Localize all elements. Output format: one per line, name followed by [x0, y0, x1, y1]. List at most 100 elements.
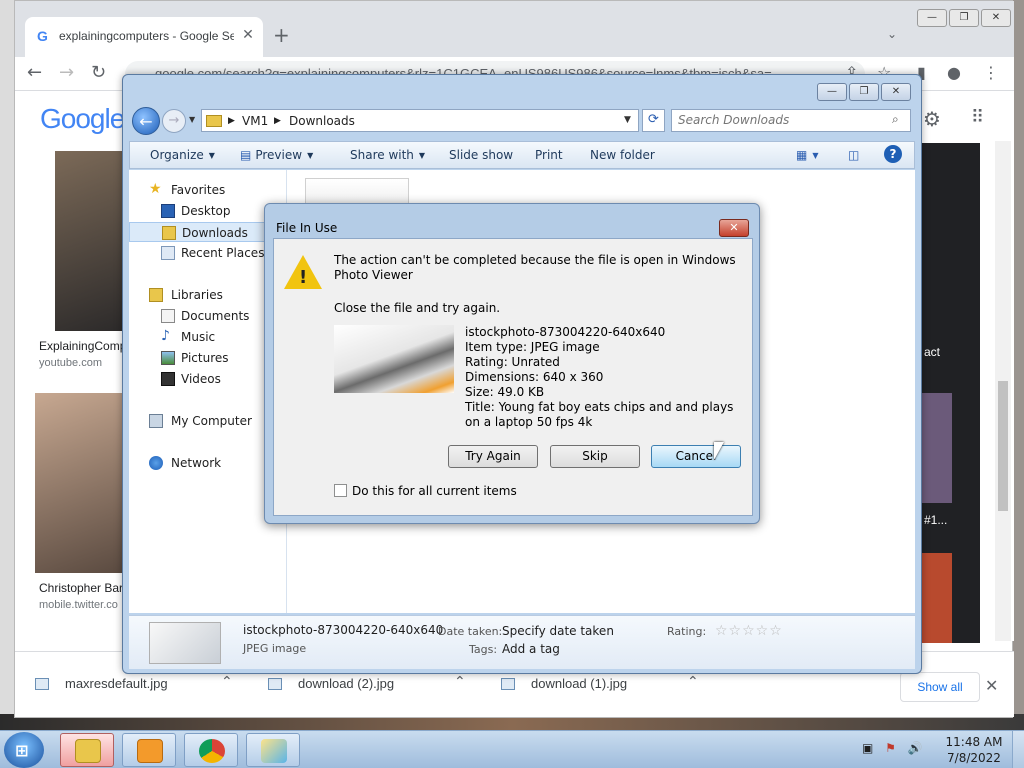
cancel-button[interactable]: Cancel [651, 445, 741, 468]
forward-arrow-icon[interactable]: → [162, 109, 186, 133]
close-window-button[interactable]: ✕ [881, 83, 911, 101]
close-tab-icon[interactable]: ✕ [239, 26, 257, 44]
nav-item-downloads[interactable]: Downloads [129, 222, 285, 242]
nav-label: Recent Places [181, 246, 265, 260]
dialog-message: The action can't be completed because th… [334, 253, 736, 282]
rating-stars[interactable]: ☆☆☆☆☆ [715, 623, 783, 639]
nav-item-documents[interactable]: Documents [129, 306, 285, 326]
view-options-icon[interactable]: ▦ ▼ [796, 148, 819, 162]
image-result-thumb[interactable] [922, 553, 952, 643]
image-result-thumb[interactable] [35, 393, 125, 573]
slide-show-button[interactable]: Slide show [449, 148, 513, 162]
minimize-button[interactable]: — [917, 9, 947, 27]
nav-item-pictures[interactable]: Pictures [129, 348, 285, 368]
download-item[interactable]: download (1).jpg ⌃ [501, 670, 731, 700]
browser-tab[interactable]: G explainingcomputers - Google Se ✕ [25, 17, 263, 57]
try-again-button[interactable]: Try Again [448, 445, 538, 468]
close-window-button[interactable]: ✕ [981, 9, 1011, 27]
download-item[interactable]: maxresdefault.jpg ⌃ [35, 670, 265, 700]
chevron-up-icon[interactable]: ⌃ [221, 674, 233, 690]
taskbar-paint[interactable] [246, 733, 300, 767]
breadcrumb-item[interactable]: VM1 [242, 114, 268, 128]
search-box[interactable]: ⌕ [671, 109, 911, 132]
start-button[interactable]: ⊞ [4, 732, 44, 768]
show-desktop-button[interactable] [1012, 731, 1024, 768]
date-taken-value[interactable]: Specify date taken [502, 624, 614, 638]
new-tab-icon[interactable]: + [273, 25, 290, 45]
search-icon[interactable]: ⌕ [892, 112, 899, 127]
nav-item-desktop[interactable]: Desktop [129, 201, 285, 221]
print-button[interactable]: Print [535, 148, 563, 162]
file-title: Title: Young fat boy eats chips and and … [465, 400, 734, 429]
scrollbar-thumb[interactable] [998, 381, 1008, 511]
nav-item-favorites[interactable]: ★ Favorites [129, 180, 285, 200]
image-result-thumb[interactable] [922, 393, 952, 503]
tab-search-chevron-icon[interactable]: ⌄ [887, 27, 897, 41]
settings-gear-icon[interactable]: ⚙ [923, 107, 941, 131]
maximize-button[interactable]: ❐ [949, 9, 979, 27]
dialog-close-button[interactable]: ✕ [719, 219, 749, 237]
address-bar[interactable]: ▶ VM1 ▶ Downloads ▼ [201, 109, 639, 132]
nav-item-network[interactable]: Network [129, 453, 285, 473]
image-results-right-column: act #1... [920, 143, 980, 643]
page-scrollbar[interactable] [995, 141, 1011, 641]
new-folder-button[interactable]: New folder [590, 148, 655, 162]
taskbar-media-player[interactable] [122, 733, 176, 767]
nav-item-recent-places[interactable]: Recent Places [129, 243, 285, 263]
image-result-thumb[interactable] [55, 151, 125, 331]
folder-icon [75, 739, 101, 763]
preview-pane-icon[interactable]: ◫ [848, 148, 859, 162]
forward-arrow-icon[interactable]: → [59, 63, 74, 83]
share-with-menu[interactable]: Share with ▼ [350, 148, 425, 162]
help-icon[interactable]: ? [884, 145, 902, 163]
apps-grid-icon[interactable]: ⠿ [971, 107, 984, 128]
chrome-menu-icon[interactable]: ⋮ [983, 63, 999, 82]
minimize-button[interactable]: — [817, 83, 847, 101]
address-dropdown-icon[interactable]: ▼ [624, 115, 631, 125]
nav-item-music[interactable]: ♪ Music [129, 327, 285, 347]
maximize-button[interactable]: ❐ [849, 83, 879, 101]
skip-button[interactable]: Skip [550, 445, 640, 468]
search-input[interactable] [678, 113, 878, 127]
refresh-icon[interactable]: ⟳ [642, 109, 665, 132]
image-result-caption[interactable]: Christopher Bar [39, 581, 123, 595]
recent-pages-chevron-icon[interactable]: ▼ [189, 115, 195, 124]
preview-icon: ▤ [240, 148, 252, 162]
nav-label: Downloads [182, 226, 248, 240]
back-arrow-icon[interactable]: ← [132, 107, 160, 135]
google-logo[interactable]: Google [40, 103, 125, 135]
profile-avatar-icon[interactable]: ● [947, 63, 961, 82]
breadcrumb-item[interactable]: Downloads [289, 114, 355, 128]
back-arrow-icon[interactable]: ← [27, 63, 42, 83]
nav-item-computer[interactable]: My Computer [129, 411, 285, 431]
download-item[interactable]: download (2).jpg ⌃ [268, 670, 498, 700]
mouse-pointer-icon [714, 442, 724, 460]
computer-icon [149, 414, 163, 428]
close-downloads-bar-icon[interactable]: ✕ [985, 676, 998, 695]
reload-icon[interactable]: ↻ [91, 63, 106, 83]
image-result-caption[interactable]: ExplainingComp [39, 339, 126, 353]
media-player-icon [137, 739, 163, 763]
do-for-all-checkbox[interactable] [334, 484, 347, 497]
download-filename: download (2).jpg [298, 676, 395, 691]
file-rating: Rating: Unrated [465, 355, 560, 369]
network-tray-icon[interactable]: ▣ [862, 741, 873, 755]
clock[interactable]: 11:48 AM 7/8/2022 [944, 734, 1004, 766]
nav-item-videos[interactable]: Videos [129, 369, 285, 389]
tags-value[interactable]: Add a tag [502, 642, 560, 656]
pictures-icon [161, 351, 175, 365]
show-all-downloads-button[interactable]: Show all [900, 672, 980, 702]
volume-icon[interactable]: 🔊 [908, 741, 923, 755]
preview-menu[interactable]: ▤ Preview ▼ [240, 148, 313, 162]
chevron-up-icon[interactable]: ⌃ [687, 674, 699, 690]
nav-label: My Computer [171, 414, 252, 428]
chrome-window-controls: — ❐ ✕ [917, 9, 1011, 27]
taskbar-chrome[interactable] [184, 733, 238, 767]
image-result-source: youtube.com [39, 357, 102, 369]
nav-item-libraries[interactable]: Libraries [129, 285, 285, 305]
chevron-up-icon[interactable]: ⌃ [454, 674, 466, 690]
taskbar-explorer[interactable] [60, 733, 114, 767]
do-for-all-label[interactable]: Do this for all current items [352, 484, 517, 498]
action-center-flag-icon[interactable]: ⚑ [885, 741, 896, 755]
organize-menu[interactable]: Organize ▼ [150, 148, 215, 162]
